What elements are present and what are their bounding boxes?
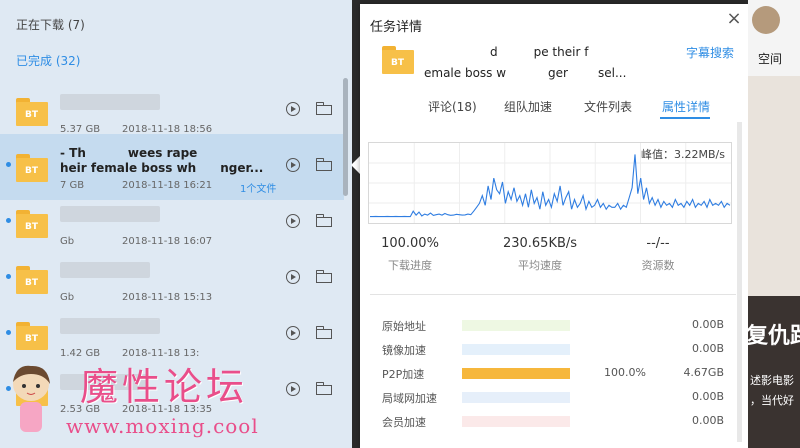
accel-bar <box>462 416 570 427</box>
avatar <box>752 6 780 34</box>
avg-speed-value: 230.65KB/s <box>502 236 578 251</box>
background-app: 空间 复仇路 述影电影 ，当代好 <box>748 0 800 448</box>
item-name: - Th wees rape heir female boss wh nger.… <box>60 146 264 175</box>
redacted-name <box>60 318 160 334</box>
detail-tabs: 评论(18) 组队加速 文件列表 属性详情 <box>360 98 748 120</box>
accel-row: P2P加速 100.0% 4.67GB <box>382 364 732 384</box>
tab-file-list[interactable]: 文件列表 <box>584 98 632 115</box>
play-icon[interactable] <box>286 326 300 340</box>
task-name-line2: emale boss w ger sel... <box>424 66 627 80</box>
accel-amount: 0.00B <box>691 414 724 427</box>
panel-scrollbar[interactable] <box>737 122 742 442</box>
accel-row: 会员加速 0.00B <box>382 412 732 432</box>
list-scrollbar[interactable] <box>343 78 348 196</box>
tab-properties[interactable]: 属性详情 <box>662 98 710 115</box>
accel-bar <box>462 392 570 403</box>
task-name-line1: d pe their f <box>424 45 589 59</box>
folder-icon: BT <box>16 154 48 182</box>
accel-label: 局域网加速 <box>382 392 437 405</box>
accel-amount: 0.00B <box>691 318 724 331</box>
bt-badge: BT <box>25 222 38 232</box>
resources-value: --/-- <box>646 236 670 251</box>
subtitle-search-link[interactable]: 字幕搜索 <box>686 44 734 61</box>
open-folder-icon[interactable] <box>316 326 332 339</box>
accel-bar <box>462 368 570 379</box>
status-dot <box>6 274 11 279</box>
accel-amount: 0.00B <box>691 390 724 403</box>
redacted-name <box>60 94 160 110</box>
stat-resources: --/-- 资源数 <box>618 236 698 273</box>
peak-speed-label: 峰值：3.22MB/s <box>641 148 725 161</box>
open-folder-icon[interactable] <box>316 158 332 171</box>
play-icon[interactable] <box>286 158 300 172</box>
task-name: d pe their f emale boss w ger sel... <box>424 42 674 84</box>
watermark-title: 魔性论坛 <box>80 365 249 409</box>
download-list: 正在下载 (7) 已完成 (32) BT 5.37 GB 2018-11-18 18… <box>0 0 352 448</box>
watermark-url: www.moxing.cool <box>66 414 259 438</box>
bt-badge: BT <box>25 110 38 120</box>
divider <box>370 294 736 295</box>
redacted-name <box>60 262 150 278</box>
accel-label: 原始地址 <box>382 320 426 333</box>
background-headline: 复仇路 <box>748 324 800 349</box>
status-dot <box>6 330 11 335</box>
task-detail-panel: 任务详情 × BT d pe their f emale boss w ger … <box>360 4 748 448</box>
status-dot <box>6 162 11 167</box>
panel-title: 任务详情 <box>370 20 423 35</box>
open-folder-icon[interactable] <box>316 214 332 227</box>
play-icon[interactable] <box>286 270 300 284</box>
open-folder-icon[interactable] <box>316 102 332 115</box>
background-topbar: 空间 <box>748 0 800 76</box>
folder-icon: BT <box>16 322 48 350</box>
accel-amount: 4.67GB <box>683 366 724 379</box>
accel-label: 会员加速 <box>382 416 426 429</box>
bt-badge: BT <box>25 278 38 288</box>
redacted-name <box>60 206 160 222</box>
stat-avg-speed: 230.65KB/s 平均速度 <box>490 236 590 273</box>
resources-label: 资源数 <box>641 259 675 272</box>
play-icon[interactable] <box>286 102 300 116</box>
background-text-1: 述影电影 <box>750 374 794 387</box>
watermark-face-icon <box>13 365 50 432</box>
accel-bar <box>462 320 570 331</box>
speed-chart: 峰值：3.22MB/s <box>368 142 732 224</box>
background-text-2: ，当代好 <box>750 394 794 407</box>
status-dot <box>6 218 11 223</box>
bt-badge: BT <box>25 166 38 176</box>
folder-icon: BT <box>16 210 48 238</box>
accel-row: 局域网加速 0.00B <box>382 388 732 408</box>
folder-icon: BT <box>16 266 48 294</box>
active-tab-indicator <box>660 117 710 119</box>
accel-amount: 0.00B <box>691 342 724 355</box>
progress-value: 100.00% <box>381 236 439 251</box>
accel-percent: 100.0% <box>604 366 646 379</box>
accel-row: 原始地址 0.00B <box>382 316 732 336</box>
tab-comments[interactable]: 评论(18) <box>428 98 477 115</box>
bt-badge: BT <box>25 334 38 344</box>
open-folder-icon[interactable] <box>316 270 332 283</box>
folder-icon: BT <box>16 98 48 126</box>
folder-icon: BT <box>382 46 414 74</box>
accel-label: 镜像加速 <box>382 344 426 357</box>
progress-label: 下载进度 <box>388 259 432 272</box>
bt-badge: BT <box>391 58 404 68</box>
accel-label: P2P加速 <box>382 368 425 381</box>
completed-section-header[interactable]: 已完成 (32) <box>16 52 80 69</box>
play-icon[interactable] <box>286 214 300 228</box>
background-photo <box>748 76 800 296</box>
tab-team-accel[interactable]: 组队加速 <box>504 98 552 115</box>
avg-speed-label: 平均速度 <box>518 259 562 272</box>
downloading-section-header[interactable]: 正在下载 (7) <box>16 16 85 33</box>
close-icon[interactable]: × <box>725 10 743 28</box>
space-label[interactable]: 空间 <box>758 50 782 67</box>
stat-progress: 100.00% 下载进度 <box>370 236 450 273</box>
watermark: 魔性论坛 www.moxing.cool <box>0 356 352 448</box>
accel-bar-fill <box>462 368 570 379</box>
accel-row: 镜像加速 0.00B <box>382 340 732 360</box>
accel-bar <box>462 344 570 355</box>
